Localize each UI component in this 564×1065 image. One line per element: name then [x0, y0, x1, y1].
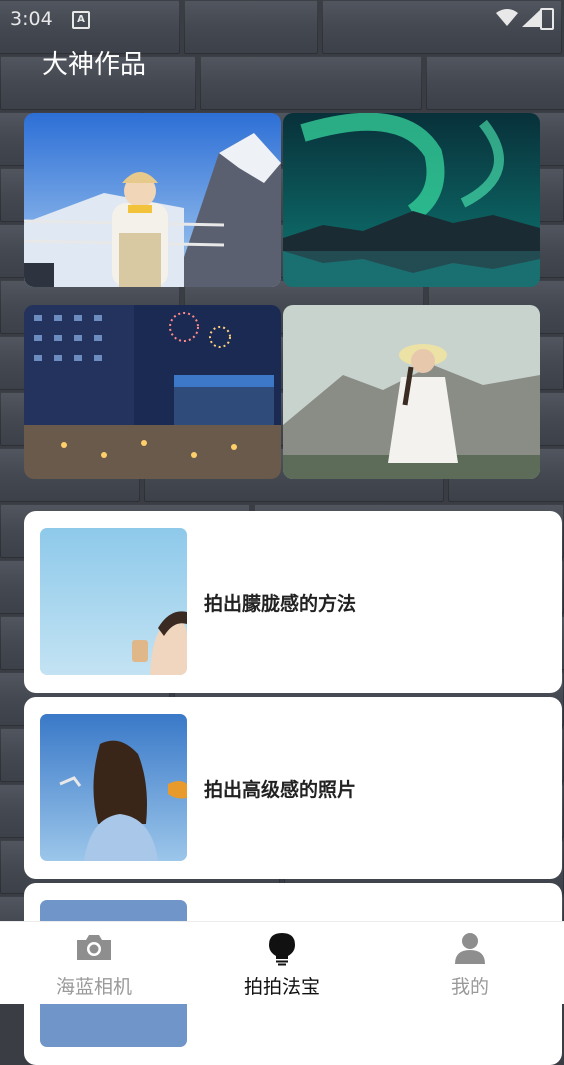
tab-tips-label: 拍拍法宝	[243, 976, 320, 998]
article-card[interactable]: 拍出朦胧感的方法	[24, 511, 562, 693]
status-bar: 3:04 A	[0, 0, 564, 38]
lightbulb-icon	[269, 933, 295, 966]
wifi-icon	[496, 9, 518, 26]
tab-profile[interactable]: 我的	[376, 922, 564, 1004]
tab-profile-label: 我的	[450, 976, 489, 998]
status-time: 3:04	[10, 8, 53, 30]
gallery-photo-aurora[interactable]	[283, 113, 540, 287]
article-title: 拍出朦胧感的方法	[204, 592, 357, 615]
tab-camera-label: 海蓝相机	[55, 976, 132, 998]
article-thumbnail	[40, 528, 187, 675]
cellular-icon	[522, 10, 540, 27]
gallery-photo-snow-mountain[interactable]	[24, 113, 281, 287]
battery-icon	[540, 8, 554, 30]
gallery-photo-girl-hat[interactable]	[283, 305, 540, 479]
bottom-tab-bar: 海蓝相机 拍拍法宝 我的	[0, 921, 564, 1004]
tab-tips[interactable]: 拍拍法宝	[188, 922, 376, 1004]
article-title: 拍出高级感的照片	[204, 778, 357, 801]
article-card[interactable]: 拍出高级感的照片	[24, 697, 562, 879]
gallery-photo-night-city[interactable]	[24, 305, 281, 479]
page-title: 大神作品	[42, 50, 147, 80]
article-thumbnail	[40, 714, 187, 861]
tab-camera[interactable]: 海蓝相机	[0, 922, 188, 1004]
camera-icon	[77, 935, 111, 960]
person-icon	[455, 933, 485, 964]
notification-a-icon: A	[72, 11, 90, 29]
